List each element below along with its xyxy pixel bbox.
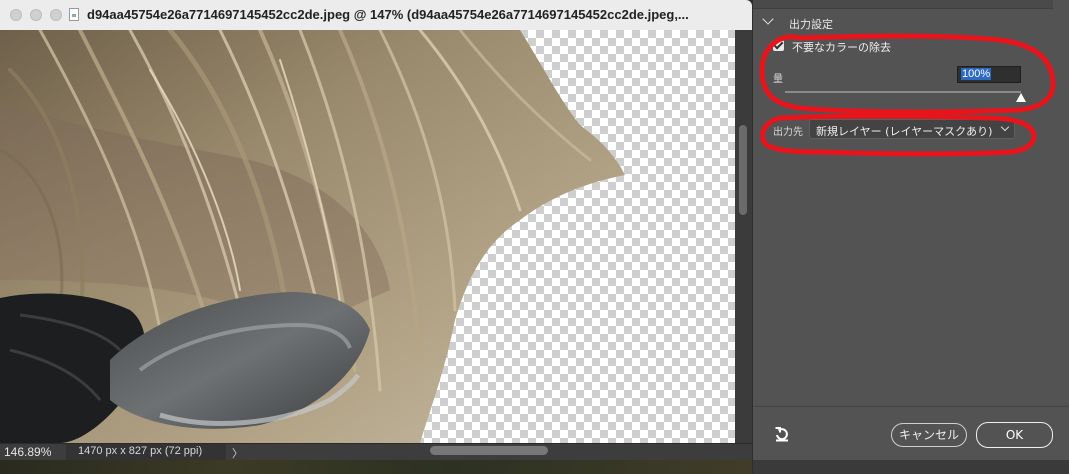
output-settings-header[interactable]: 出力設定 [789, 16, 833, 32]
image-file-icon [69, 8, 79, 21]
masked-image [0, 30, 625, 443]
document-size-info[interactable]: 1470 px x 827 px (72 ppi) [66, 444, 226, 460]
minimize-window-button[interactable] [30, 9, 42, 21]
cancel-button[interactable]: キャンセル [891, 423, 967, 447]
output-to-value: 新規レイヤー (レイヤーマスクあり) [816, 125, 993, 138]
output-to-label: 出力先 [773, 127, 803, 138]
amount-label: 量 [773, 74, 783, 85]
chevron-down-icon[interactable] [762, 13, 774, 25]
document-titlebar[interactable]: d94aa45754e26a7714697145452cc2de.jpeg @ … [0, 0, 752, 31]
document-window: d94aa45754e26a7714697145452cc2de.jpeg @ … [0, 0, 752, 474]
output-to-dropdown[interactable]: 新規レイヤー (レイヤーマスクあり) [809, 119, 1015, 139]
image-canvas[interactable] [0, 30, 735, 443]
document-size-text: 1470 px x 827 px (72 ppi) [78, 445, 203, 457]
reset-icon[interactable] [774, 426, 790, 442]
vertical-scrollbar-thumb[interactable] [739, 125, 747, 215]
amount-slider-thumb[interactable] [1016, 93, 1026, 102]
zoom-level-field[interactable]: 146.89% [4, 445, 51, 459]
chevron-right-icon[interactable]: 〉 [232, 445, 243, 461]
decontaminate-colors-checkbox[interactable] [773, 40, 784, 51]
select-and-mask-properties-panel: 出力設定 不要なカラーの除去 量 100% 出力先 新規レイヤー (レイヤーマス… [752, 0, 1069, 474]
zoom-window-button[interactable] [50, 9, 62, 21]
amount-slider-track[interactable] [785, 91, 1021, 93]
close-window-button[interactable] [10, 9, 22, 21]
horizontal-scrollbar-thumb[interactable] [430, 446, 548, 455]
footer-divider [753, 406, 1069, 407]
vertical-scrollbar[interactable] [735, 30, 752, 443]
background-strip [0, 460, 752, 474]
decontaminate-colors-label[interactable]: 不要なカラーの除去 [792, 39, 891, 55]
ok-button[interactable]: OK [976, 422, 1053, 448]
chevron-down-icon [1000, 122, 1010, 132]
panel-divider [753, 0, 1053, 9]
amount-input[interactable]: 100% [957, 66, 1021, 83]
document-title: d94aa45754e26a7714697145452cc2de.jpeg @ … [87, 7, 689, 22]
status-bar: 146.89% 1470 px x 827 px (72 ppi) 〉 [0, 443, 752, 460]
panel-bottom-strip [753, 460, 1069, 474]
amount-value: 100% [961, 68, 992, 80]
